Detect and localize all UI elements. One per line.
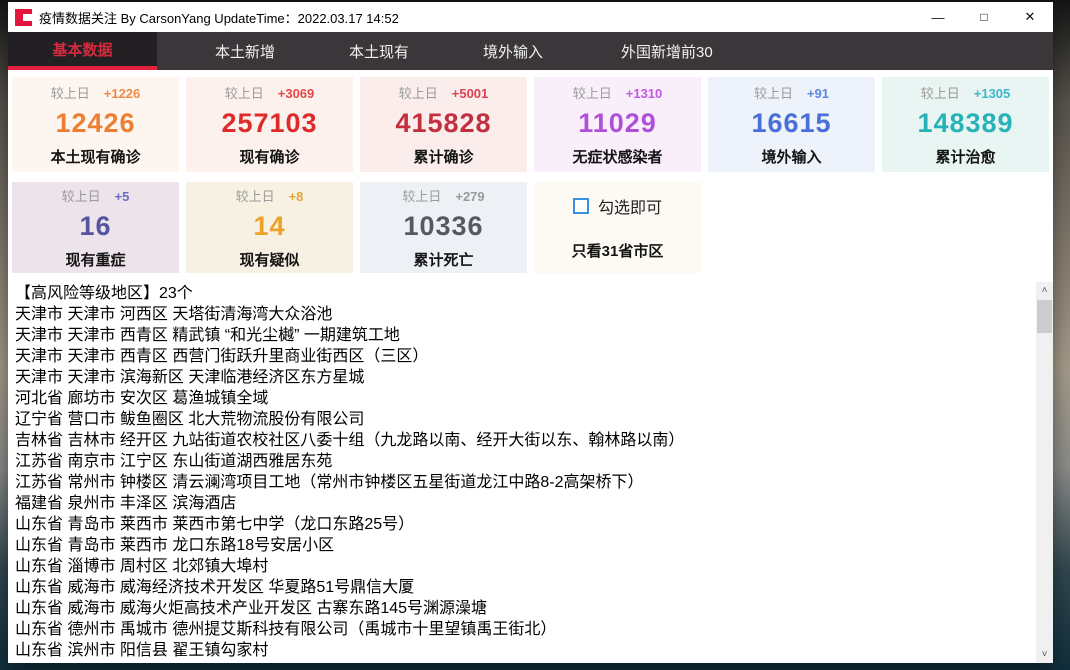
stat-name: 境外输入	[761, 146, 821, 167]
list-item: 山东省 青岛市 莱西市 龙口东路18号安居小区	[8, 535, 1036, 556]
list-item: 天津市 天津市 西青区 精武镇 “和光尘樾” 一期建筑工地	[8, 325, 1036, 346]
stat-name: 现有疑似	[239, 249, 299, 270]
vertical-scrollbar[interactable]: ˄ ˅	[1036, 282, 1053, 663]
tab-local-new[interactable]: 本土新增	[215, 32, 275, 70]
list-item: 吉林省 吉林市 经开区 九站街道农校社区八委十组（九龙路以南、经开大街以东、翰林…	[8, 430, 1036, 451]
risk-area-list-content: 【高风险等级地区】23个 天津市 天津市 河西区 天塔街清海湾大众浴池 天津市 …	[8, 283, 1036, 661]
close-button[interactable]: ✕	[1007, 2, 1053, 32]
tab-bar: 基本数据 本土新增 本土现有 境外输入 外国新增前30	[8, 32, 1053, 70]
compare-row: 较上日 +5	[62, 186, 130, 205]
list-item: 天津市 天津市 西青区 西营门街跃升里商业街西区（三区）	[8, 346, 1036, 367]
list-item: 山东省 青岛市 莱西市 莱西市第七中学（龙口东路25号）	[8, 514, 1036, 535]
compare-label: 较上日	[402, 186, 441, 205]
stat-value: 12426	[55, 108, 135, 139]
only-31-provinces-checkbox[interactable]	[573, 198, 589, 214]
stat-name: 现有确诊	[239, 146, 299, 167]
compare-row: 较上日 +279	[402, 186, 484, 205]
scroll-down-icon[interactable]: ˅	[1036, 646, 1053, 663]
checkbox-label[interactable]: 勾选即可	[598, 194, 662, 218]
delta-value: +91	[807, 86, 829, 101]
window-title: 疫情数据关注 By CarsonYang UpdateTime：2022.03.…	[39, 8, 399, 27]
stat-name: 无症状感染者	[572, 146, 662, 167]
compare-row: 较上日 +1310	[573, 83, 663, 102]
compare-label: 较上日	[51, 83, 90, 102]
delta-value: +8	[289, 189, 304, 204]
delta-value: +5	[115, 189, 130, 204]
stat-name: 现有重症	[65, 249, 125, 270]
list-item: 福建省 泉州市 丰泽区 滨海酒店	[8, 493, 1036, 514]
stat-card-current-severe: 较上日 +5 16 现有重症	[12, 182, 179, 273]
stat-card-local-current-confirmed: 较上日 +1226 12426 本土现有确诊	[12, 77, 179, 172]
list-header: 【高风险等级地区】23个	[8, 283, 1036, 304]
delta-value: +279	[455, 189, 484, 204]
tab-local-current[interactable]: 本土现有	[349, 32, 409, 70]
stat-name: 累计治愈	[935, 146, 995, 167]
compare-label: 较上日	[754, 83, 793, 102]
list-item: 辽宁省 营口市 鲅鱼圈区 北大荒物流股份有限公司	[8, 409, 1036, 430]
stat-card-current-suspected: 较上日 +8 14 现有疑似	[186, 182, 353, 273]
stat-card-total-deaths: 较上日 +279 10336 累计死亡	[360, 182, 527, 273]
app-window: 疫情数据关注 By CarsonYang UpdateTime：2022.03.…	[8, 2, 1053, 663]
list-item: 河北省 廊坊市 安次区 葛渔城镇全域	[8, 388, 1036, 409]
stat-value: 415828	[395, 108, 491, 139]
list-item: 江苏省 南京市 江宁区 东山街道湖西雅居东苑	[8, 451, 1036, 472]
stat-name: 本土现有确诊	[50, 146, 140, 167]
stat-value: 148389	[917, 108, 1013, 139]
compare-label: 较上日	[236, 186, 275, 205]
tab-imported[interactable]: 境外输入	[483, 32, 543, 70]
compare-row: 较上日 +8	[236, 186, 304, 205]
list-item: 山东省 威海市 威海经济技术开发区 华夏路51号鼎信大厦	[8, 577, 1036, 598]
list-item: 天津市 天津市 河西区 天塔街清海湾大众浴池	[8, 304, 1036, 325]
delta-value: +3069	[278, 86, 315, 101]
list-item: 天津市 天津市 滨海新区 天津临港经济区东方星城	[8, 367, 1036, 388]
list-item: 山东省 威海市 威海火炬高技术产业开发区 古寨东路145号渊源澡塘	[8, 598, 1036, 619]
delta-value: +1310	[626, 86, 663, 101]
stat-card-imported: 较上日 +91 16615 境外输入	[708, 77, 875, 172]
desktop-background: 疫情数据关注 By CarsonYang UpdateTime：2022.03.…	[0, 0, 1070, 670]
delta-value: +1226	[104, 86, 141, 101]
tab-foreign-top30[interactable]: 外国新增前30	[621, 32, 713, 70]
list-item: 山东省 淄博市 周村区 北郊镇大埠村	[8, 556, 1036, 577]
stat-value: 16615	[751, 108, 831, 139]
filter-name: 只看31省市区	[572, 240, 664, 261]
stat-value: 10336	[403, 211, 483, 242]
compare-row: 较上日 +91	[754, 83, 829, 102]
scroll-up-icon[interactable]: ˄	[1036, 282, 1053, 299]
compare-row: 较上日 +3069	[225, 83, 315, 102]
risk-area-list[interactable]: 【高风险等级地区】23个 天津市 天津市 河西区 天塔街清海湾大众浴池 天津市 …	[8, 282, 1053, 663]
delta-value: +1305	[974, 86, 1011, 101]
app-logo-icon	[15, 9, 32, 26]
stat-card-asymptomatic: 较上日 +1310 11029 无症状感染者	[534, 77, 701, 172]
compare-label: 较上日	[921, 83, 960, 102]
title-bar[interactable]: 疫情数据关注 By CarsonYang UpdateTime：2022.03.…	[8, 2, 1053, 32]
compare-row: 较上日 +1305	[921, 83, 1011, 102]
stat-value: 11029	[578, 108, 657, 139]
compare-row: 较上日 +5001	[399, 83, 489, 102]
compare-row: 较上日 +1226	[51, 83, 141, 102]
stat-name: 累计死亡	[413, 249, 473, 270]
stat-cards-grid: 较上日 +1226 12426 本土现有确诊 较上日 +3069 257103 …	[8, 70, 1053, 282]
scrollbar-thumb[interactable]	[1037, 300, 1052, 333]
maximize-button[interactable]: □	[961, 2, 1007, 32]
compare-label: 较上日	[399, 83, 438, 102]
stat-value: 16	[79, 211, 111, 242]
compare-label: 较上日	[225, 83, 264, 102]
stat-card-total-confirmed: 较上日 +5001 415828 累计确诊	[360, 77, 527, 172]
stat-card-current-confirmed: 较上日 +3069 257103 现有确诊	[186, 77, 353, 172]
stat-value: 257103	[221, 108, 317, 139]
compare-label: 较上日	[573, 83, 612, 102]
minimize-button[interactable]: —	[915, 2, 961, 32]
list-item: 山东省 滨州市 阳信县 翟王镇勾家村	[8, 640, 1036, 661]
stat-card-total-cured: 较上日 +1305 148389 累计治愈	[882, 77, 1049, 172]
checkbox-row: 勾选即可	[573, 194, 662, 218]
filter-card-only-31-provinces: 勾选即可 只看31省市区	[534, 182, 701, 273]
stat-value: 14	[253, 211, 285, 242]
list-item: 山东省 德州市 禹城市 德州提艾斯科技有限公司（禹城市十里望镇禹王街北）	[8, 619, 1036, 640]
tab-basic-data[interactable]: 基本数据	[8, 32, 157, 70]
list-item: 江苏省 常州市 钟楼区 清云澜湾项目工地（常州市钟楼区五星街道龙江中路8-2高架…	[8, 472, 1036, 493]
stat-name: 累计确诊	[413, 146, 473, 167]
compare-label: 较上日	[62, 186, 101, 205]
delta-value: +5001	[452, 86, 489, 101]
